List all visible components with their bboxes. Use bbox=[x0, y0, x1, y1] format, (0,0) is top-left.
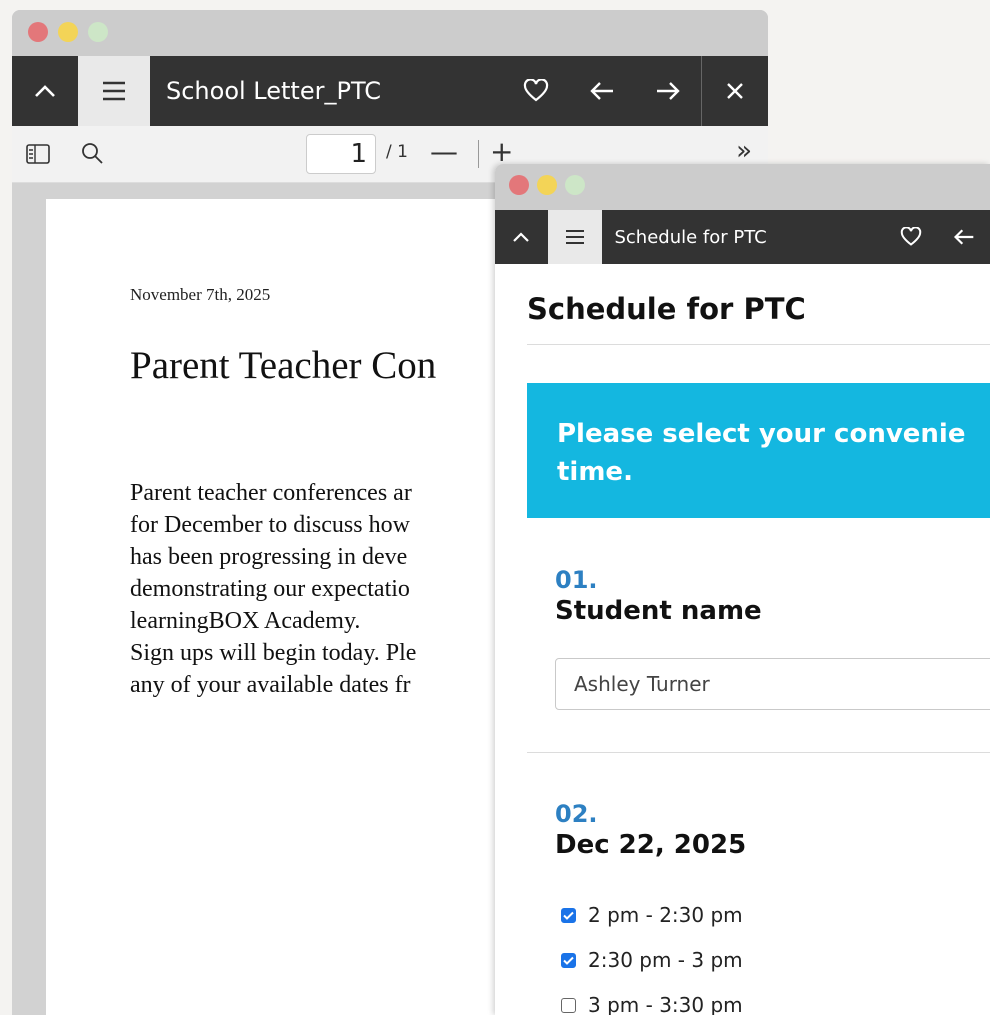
instruction-banner: Please select your convenie time. bbox=[527, 383, 990, 518]
timeslot-option[interactable]: 2:30 pm - 3 pm bbox=[561, 948, 743, 972]
search-icon[interactable] bbox=[80, 141, 104, 165]
minimize-window-dot[interactable] bbox=[537, 175, 557, 195]
question-number: 01. bbox=[555, 566, 598, 594]
favorite-button[interactable] bbox=[503, 56, 569, 126]
banner-text: Please select your convenie time. bbox=[557, 415, 990, 491]
forward-button[interactable] bbox=[635, 56, 701, 126]
collapse-button[interactable] bbox=[495, 210, 548, 264]
question-title: Student name bbox=[555, 596, 762, 626]
student-name-input[interactable]: Ashley Turner bbox=[555, 658, 990, 710]
timeslot-label: 2:30 pm - 3 pm bbox=[588, 948, 743, 972]
more-tools-button[interactable]: » bbox=[736, 136, 752, 166]
collapse-button[interactable] bbox=[12, 56, 78, 126]
tab-title: School Letter_PTC bbox=[166, 77, 381, 105]
check-icon bbox=[563, 956, 574, 965]
letter-title: Parent Teacher Con bbox=[130, 344, 437, 387]
timeslot-label: 2 pm - 2:30 pm bbox=[588, 903, 743, 927]
close-window-dot[interactable] bbox=[28, 22, 48, 42]
timeslot-option[interactable]: 2 pm - 2:30 pm bbox=[561, 903, 743, 927]
timeslot-option[interactable]: 3 pm - 3:30 pm bbox=[561, 993, 743, 1015]
page-number-input[interactable]: 1 bbox=[306, 134, 376, 174]
checkbox-checked[interactable] bbox=[561, 907, 576, 923]
letter-date: November 7th, 2025 bbox=[130, 285, 271, 304]
close-window-dot[interactable] bbox=[509, 175, 529, 195]
heart-icon bbox=[900, 227, 922, 246]
heading-divider bbox=[527, 344, 990, 345]
minimize-window-dot[interactable] bbox=[58, 22, 78, 42]
maximize-window-dot[interactable] bbox=[88, 22, 108, 42]
heart-icon bbox=[523, 79, 549, 102]
checkbox-checked[interactable] bbox=[561, 952, 576, 968]
window-controls bbox=[509, 175, 585, 195]
zoom-divider bbox=[478, 140, 479, 168]
tab-bar: Schedule for PTC bbox=[495, 210, 990, 264]
banner-line: time. bbox=[557, 457, 633, 487]
question-title: Dec 22, 2025 bbox=[555, 830, 747, 860]
menu-button[interactable] bbox=[547, 210, 603, 264]
menu-button[interactable] bbox=[78, 56, 150, 126]
check-icon bbox=[563, 911, 574, 920]
question-divider bbox=[527, 752, 990, 753]
chevron-up-icon bbox=[513, 232, 530, 242]
sidebar-toggle-icon[interactable] bbox=[26, 144, 50, 164]
hamburger-icon bbox=[566, 230, 585, 244]
checkbox-unchecked[interactable] bbox=[561, 997, 576, 1013]
back-button[interactable] bbox=[569, 56, 635, 126]
favorite-button[interactable] bbox=[884, 210, 937, 264]
tab-title: Schedule for PTC bbox=[614, 226, 767, 248]
maximize-window-dot[interactable] bbox=[565, 175, 585, 195]
window-titlebar[interactable] bbox=[495, 164, 990, 210]
tab-bar: School Letter_PTC bbox=[12, 56, 768, 126]
window-titlebar[interactable] bbox=[12, 10, 768, 56]
zoom-out-button[interactable]: — bbox=[430, 136, 458, 168]
window-controls bbox=[28, 22, 108, 42]
close-button[interactable] bbox=[702, 56, 768, 126]
form-window: Schedule for PTC Schedule for PTC Please… bbox=[495, 164, 990, 1015]
page-total: / 1 bbox=[386, 142, 408, 162]
back-button[interactable] bbox=[937, 210, 990, 264]
question-number: 02. bbox=[555, 800, 598, 828]
arrow-right-icon bbox=[657, 82, 680, 100]
chevron-up-icon bbox=[35, 85, 55, 97]
hamburger-icon bbox=[103, 81, 125, 101]
timeslot-label: 3 pm - 3:30 pm bbox=[588, 993, 743, 1015]
banner-line: Please select your convenie bbox=[557, 419, 966, 449]
close-icon bbox=[727, 83, 743, 99]
arrow-left-icon bbox=[953, 229, 973, 245]
form-heading: Schedule for PTC bbox=[527, 292, 806, 326]
arrow-left-icon bbox=[590, 82, 613, 100]
